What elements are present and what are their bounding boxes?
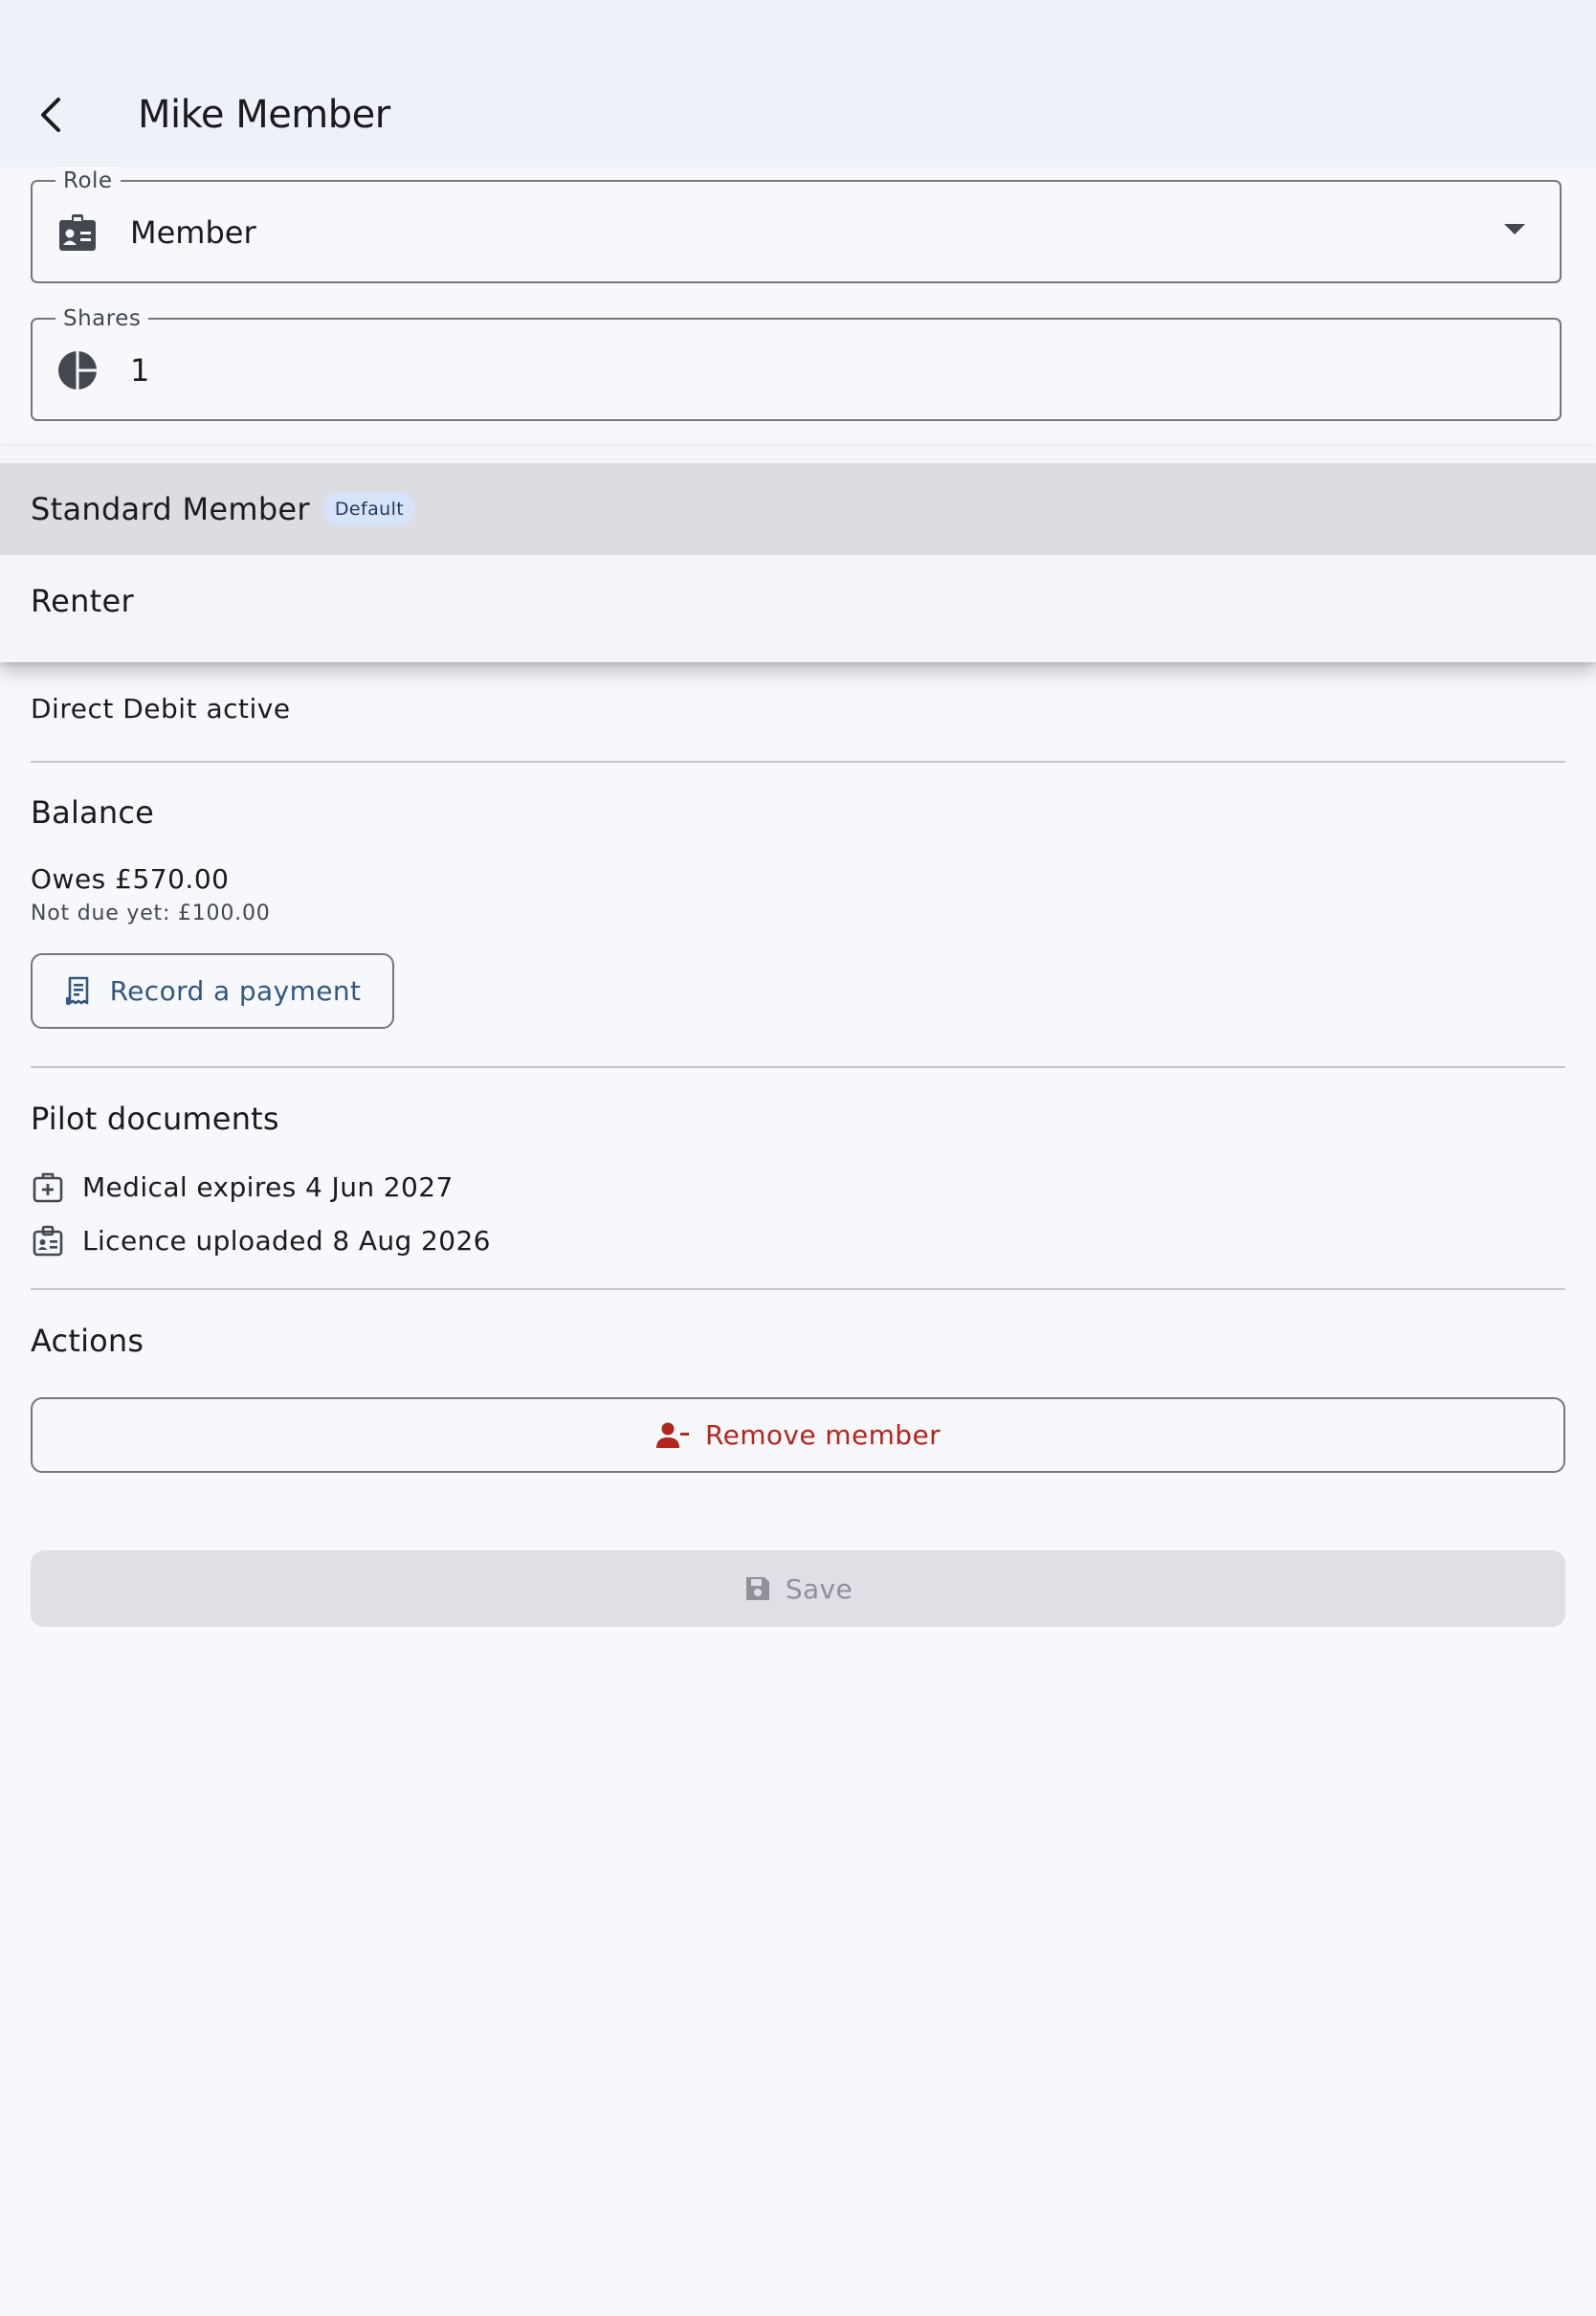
balance-not-due: Not due yet: £100.00 <box>31 902 271 925</box>
shares-field[interactable]: Shares 1 <box>31 304 1562 421</box>
back-button[interactable] <box>29 88 75 142</box>
role-value: Member <box>130 214 256 251</box>
record-payment-label: Record a payment <box>109 975 362 1007</box>
document-item-medical: Medical expires 4 Jun 2027 <box>31 1166 454 1208</box>
app-bar: Mike Member <box>0 0 1596 167</box>
save-label: Save <box>785 1572 853 1605</box>
payment-status: Direct Debit active <box>31 693 291 724</box>
balance-owes: Owes £570.00 <box>31 863 230 895</box>
actions-heading: Actions <box>31 1323 144 1359</box>
pie-chart-icon <box>58 350 98 390</box>
default-badge: Default <box>322 492 416 526</box>
document-item-licence: Licence uploaded 8 Aug 2026 <box>31 1219 491 1261</box>
remove-member-label: Remove member <box>704 1419 942 1451</box>
remove-member-button[interactable]: Remove member <box>31 1397 1565 1473</box>
licence-badge-icon <box>33 1225 63 1257</box>
role-select[interactable]: Role Member <box>31 167 1562 283</box>
receipt-icon <box>65 976 88 1005</box>
save-button[interactable]: Save <box>31 1550 1565 1627</box>
back-arrow-icon <box>41 98 60 132</box>
floppy-disk-icon <box>745 1577 769 1600</box>
divider <box>31 761 1565 763</box>
menu-item-label: Renter <box>31 583 134 619</box>
shares-value: 1 <box>130 352 150 389</box>
balance-heading: Balance <box>31 794 155 831</box>
record-payment-button[interactable]: Record a payment <box>31 953 394 1029</box>
remove-person-icon <box>655 1422 689 1448</box>
document-licence-text: Licence uploaded 8 Aug 2026 <box>82 1224 491 1257</box>
divider <box>31 1066 1565 1068</box>
badge-icon <box>59 214 96 251</box>
menu-item-renter[interactable]: Renter <box>0 555 1596 647</box>
role-dropdown-menu: Standard Member Default Renter <box>0 446 1596 662</box>
divider <box>31 1288 1565 1290</box>
document-medical-text: Medical expires 4 Jun 2027 <box>82 1170 454 1203</box>
page-title: Mike Member <box>138 93 390 137</box>
role-label: Role <box>55 167 121 195</box>
medical-bag-icon <box>33 1172 63 1203</box>
menu-item-label: Standard Member <box>31 491 310 527</box>
menu-item-standard-member[interactable]: Standard Member Default <box>0 463 1596 555</box>
shares-label: Shares <box>55 304 149 333</box>
pilot-documents-heading: Pilot documents <box>31 1101 279 1137</box>
dropdown-arrow-icon[interactable] <box>1504 224 1525 234</box>
